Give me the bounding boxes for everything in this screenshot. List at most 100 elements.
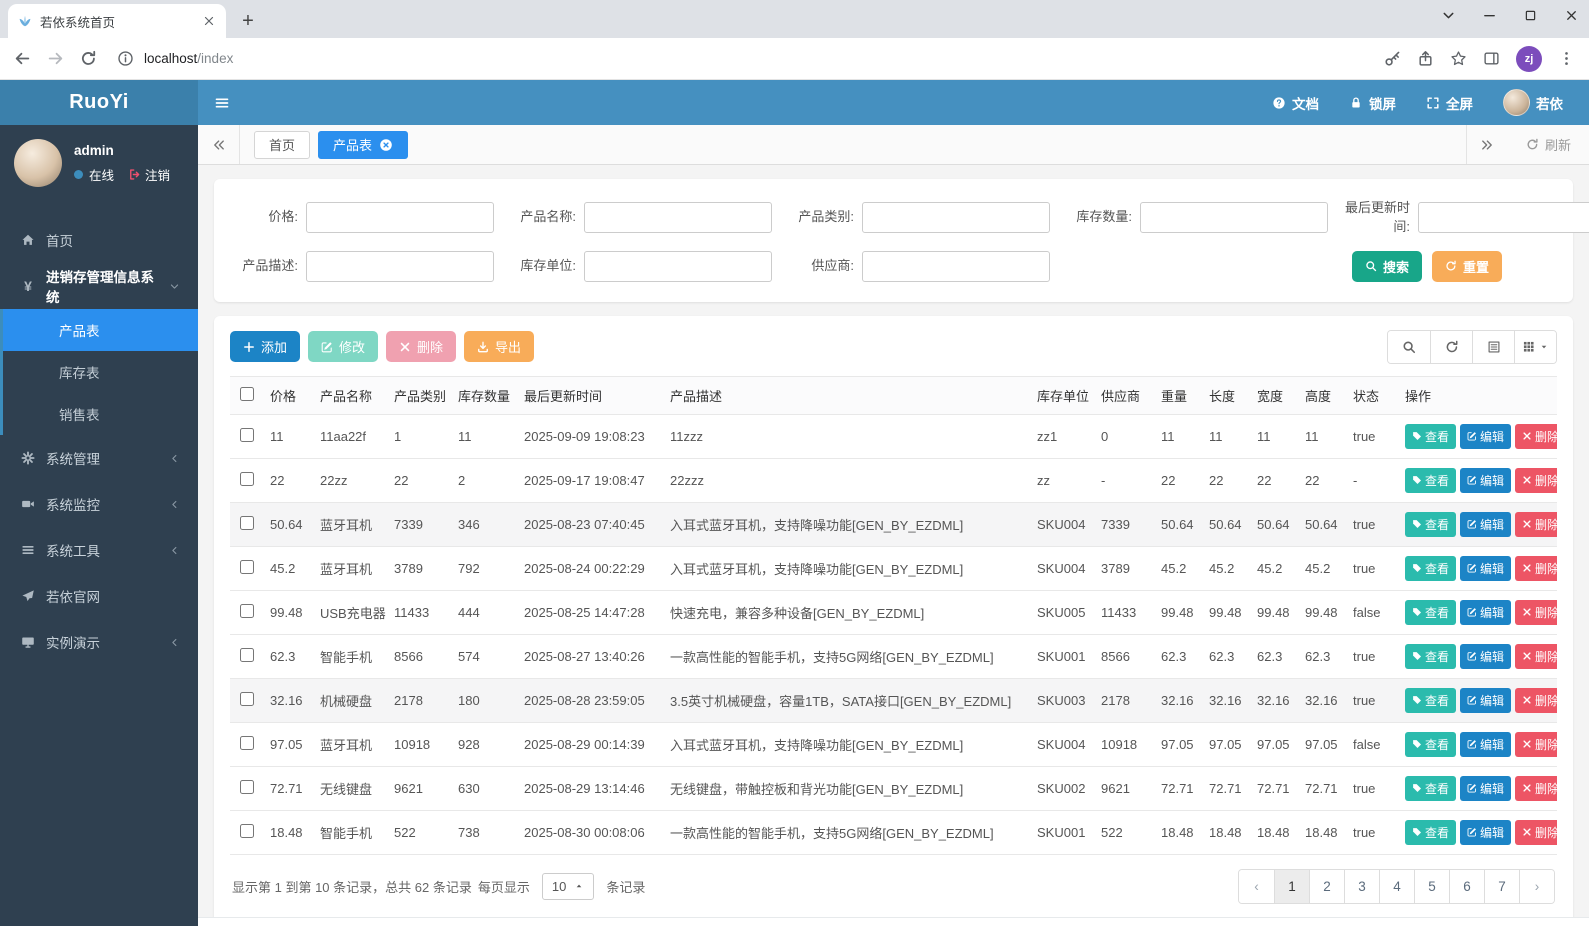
row-edit-button[interactable]: 编辑 bbox=[1460, 511, 1512, 537]
page-button-7[interactable]: 7 bbox=[1484, 869, 1519, 903]
row-view-button[interactable]: 查看 bbox=[1405, 687, 1457, 713]
page-size-select[interactable]: 10 bbox=[541, 872, 595, 900]
column-header-width[interactable]: 宽度 bbox=[1251, 375, 1299, 415]
row-checkbox[interactable] bbox=[240, 647, 254, 662]
sidebar-item-psi-system[interactable]: ¥ 进销存管理信息系统 bbox=[0, 263, 198, 309]
row-edit-button[interactable]: 编辑 bbox=[1460, 775, 1512, 801]
side-panel-icon[interactable] bbox=[1483, 50, 1500, 67]
row-checkbox[interactable] bbox=[240, 427, 254, 442]
filter-input-product-desc[interactable] bbox=[306, 250, 494, 282]
forward-icon[interactable] bbox=[47, 50, 64, 67]
site-info-icon[interactable] bbox=[117, 50, 134, 67]
row-delete-button[interactable]: 删除 bbox=[1515, 775, 1557, 801]
tabs-scroll-right-button[interactable] bbox=[1465, 125, 1508, 164]
row-delete-button[interactable]: 删除 bbox=[1515, 687, 1557, 713]
row-edit-button[interactable]: 编辑 bbox=[1460, 687, 1512, 713]
column-header-stock[interactable]: 库存数量 bbox=[452, 375, 518, 415]
row-checkbox[interactable] bbox=[240, 779, 254, 794]
column-header-category[interactable]: 产品类别 bbox=[388, 375, 452, 415]
next-page-button[interactable]: › bbox=[1519, 869, 1554, 903]
column-header-desc[interactable]: 产品描述 bbox=[664, 375, 1031, 415]
header-nav-user-menu[interactable]: 若依 bbox=[1503, 89, 1563, 116]
brand-logo[interactable]: RuoYi bbox=[0, 80, 198, 125]
add-button[interactable]: 添加 bbox=[230, 331, 301, 363]
filter-input-last-updated[interactable] bbox=[1418, 202, 1589, 234]
column-header-weight[interactable]: 重量 bbox=[1155, 375, 1203, 415]
prev-page-button[interactable]: ‹ bbox=[1239, 869, 1274, 903]
row-checkbox[interactable] bbox=[240, 735, 254, 750]
export-button[interactable]: 导出 bbox=[464, 331, 535, 363]
header-nav-fullscreen[interactable]: 全屏 bbox=[1426, 93, 1473, 113]
reload-icon[interactable] bbox=[80, 50, 97, 67]
filter-input-stock-qty[interactable] bbox=[1140, 202, 1328, 234]
browser-menu-icon[interactable] bbox=[1558, 50, 1575, 67]
column-header-price[interactable]: 价格 bbox=[264, 375, 314, 415]
row-delete-button[interactable]: 删除 bbox=[1515, 643, 1557, 669]
page-tab-0[interactable]: 首页 bbox=[254, 130, 311, 159]
row-view-button[interactable]: 查看 bbox=[1405, 643, 1457, 669]
edit-button[interactable]: 修改 bbox=[308, 331, 379, 363]
password-key-icon[interactable] bbox=[1384, 50, 1401, 67]
sidebar-subitem-sales-table[interactable]: 销售表 bbox=[3, 393, 198, 435]
sidebar-toggle-button[interactable] bbox=[198, 80, 246, 125]
row-checkbox[interactable] bbox=[240, 471, 254, 486]
column-header-status[interactable]: 状态 bbox=[1347, 375, 1399, 415]
column-header-supplier[interactable]: 供应商 bbox=[1095, 375, 1155, 415]
back-icon[interactable] bbox=[14, 50, 31, 67]
row-delete-button[interactable]: 删除 bbox=[1515, 423, 1557, 449]
sidebar-subitem-inventory-table[interactable]: 库存表 bbox=[3, 351, 198, 393]
row-view-button[interactable]: 查看 bbox=[1405, 423, 1457, 449]
column-header-height[interactable]: 高度 bbox=[1299, 375, 1347, 415]
delete-button[interactable]: 删除 bbox=[386, 331, 457, 363]
column-header-updated[interactable]: 最后更新时间 bbox=[518, 375, 664, 415]
columns-tool-button[interactable] bbox=[1514, 330, 1556, 363]
window-maximize-icon[interactable] bbox=[1523, 8, 1538, 23]
filter-input-product-name[interactable] bbox=[584, 202, 772, 234]
column-header-name[interactable]: 产品名称 bbox=[314, 375, 388, 415]
header-nav-lock-screen[interactable]: 锁屏 bbox=[1349, 93, 1396, 113]
row-edit-button[interactable]: 编辑 bbox=[1460, 643, 1512, 669]
row-view-button[interactable]: 查看 bbox=[1405, 555, 1457, 581]
row-view-button[interactable]: 查看 bbox=[1405, 599, 1457, 625]
sidebar-item-home[interactable]: 首页 bbox=[0, 217, 198, 263]
row-checkbox[interactable] bbox=[240, 559, 254, 574]
search-tool-button[interactable] bbox=[1388, 330, 1430, 363]
tab-refresh-button[interactable]: 刷新 bbox=[1508, 135, 1589, 154]
row-edit-button[interactable]: 编辑 bbox=[1460, 555, 1512, 581]
window-chevron-icon[interactable] bbox=[1441, 8, 1456, 23]
row-checkbox[interactable] bbox=[240, 823, 254, 838]
row-view-button[interactable]: 查看 bbox=[1405, 511, 1457, 537]
logout-link[interactable]: 注销 bbox=[128, 165, 170, 184]
new-tab-button[interactable]: + bbox=[234, 7, 262, 35]
row-view-button[interactable]: 查看 bbox=[1405, 467, 1457, 493]
url-bar[interactable]: localhost/index bbox=[113, 50, 1368, 67]
row-delete-button[interactable]: 删除 bbox=[1515, 555, 1557, 581]
sidebar-item-demo[interactable]: 实例演示 bbox=[0, 619, 198, 665]
row-checkbox[interactable] bbox=[240, 691, 254, 706]
row-edit-button[interactable]: 编辑 bbox=[1460, 467, 1512, 493]
row-edit-button[interactable]: 编辑 bbox=[1460, 819, 1512, 845]
search-button[interactable]: 搜索 bbox=[1352, 250, 1423, 282]
page-button-4[interactable]: 4 bbox=[1379, 869, 1414, 903]
header-nav-docs[interactable]: 文档 bbox=[1272, 93, 1319, 113]
window-minimize-icon[interactable] bbox=[1482, 8, 1497, 23]
column-header-length[interactable]: 长度 bbox=[1203, 375, 1251, 415]
row-delete-button[interactable]: 删除 bbox=[1515, 467, 1557, 493]
tabs-scroll-left-button[interactable] bbox=[198, 125, 240, 164]
row-edit-button[interactable]: 编辑 bbox=[1460, 731, 1512, 757]
page-button-5[interactable]: 5 bbox=[1414, 869, 1449, 903]
page-button-2[interactable]: 2 bbox=[1309, 869, 1344, 903]
page-button-3[interactable]: 3 bbox=[1344, 869, 1379, 903]
refresh-tool-button[interactable] bbox=[1430, 330, 1472, 363]
window-close-icon[interactable] bbox=[1564, 8, 1579, 23]
sidebar-item-system-tools[interactable]: 系统工具 bbox=[0, 527, 198, 573]
row-delete-button[interactable]: 删除 bbox=[1515, 819, 1557, 845]
filter-input-stock-unit[interactable] bbox=[584, 250, 772, 282]
browser-profile-avatar[interactable]: zj bbox=[1516, 45, 1542, 72]
row-delete-button[interactable]: 删除 bbox=[1515, 599, 1557, 625]
filter-input-price[interactable] bbox=[306, 202, 494, 234]
sidebar-item-system-monitor[interactable]: 系统监控 bbox=[0, 481, 198, 527]
bookmark-star-icon[interactable] bbox=[1450, 50, 1467, 67]
column-header-unit[interactable]: 库存单位 bbox=[1031, 375, 1095, 415]
sidebar-item-system-manage[interactable]: 系统管理 bbox=[0, 435, 198, 481]
